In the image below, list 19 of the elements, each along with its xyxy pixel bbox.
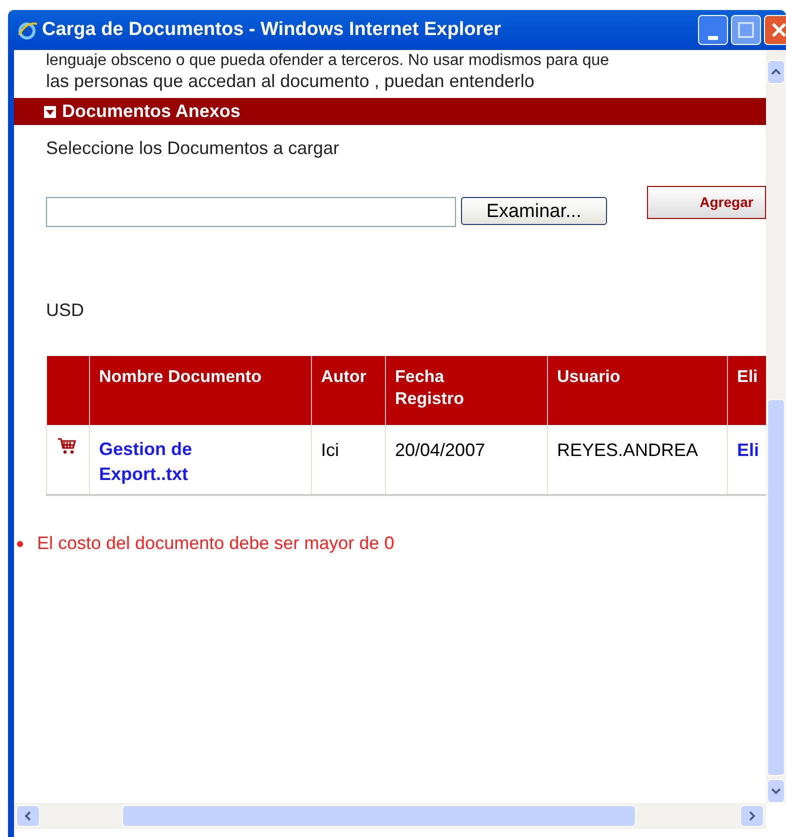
delete-link[interactable]: Eli (737, 440, 760, 460)
column-header: Fecha Registro (395, 366, 465, 410)
error-message: El costo del documento debe ser mayor de 0 (37, 532, 394, 555)
intro-text-cut: lenguaje obsceno o que pueda ofender a terceros. No usar modismos para que (45, 52, 610, 70)
column-header: Eli (737, 366, 758, 388)
upload-label: Seleccione los Documentos a cargar (45, 137, 340, 160)
window-title: Carga de Documentos - Windows Internet Explorer (42, 18, 502, 42)
column-header: Autor (321, 366, 366, 388)
currency-label: USD (45, 299, 86, 322)
column-header: Usuario (557, 366, 620, 388)
column-header: Nombre Documento (99, 366, 262, 388)
section-title: Documentos Anexos (62, 100, 240, 123)
add-button[interactable]: Agregar (646, 186, 766, 219)
intro-text: las personas que accedan al documento , puedan entenderlo (45, 70, 536, 92)
document-link[interactable]: Gestion de Export..txt (99, 437, 229, 487)
table-cell: 20/04/2007 (395, 440, 486, 460)
browse-button[interactable]: Examinar... (461, 197, 607, 225)
table-cell: REYES.ANDREA (557, 440, 698, 460)
table-cell: Ici (321, 440, 339, 460)
